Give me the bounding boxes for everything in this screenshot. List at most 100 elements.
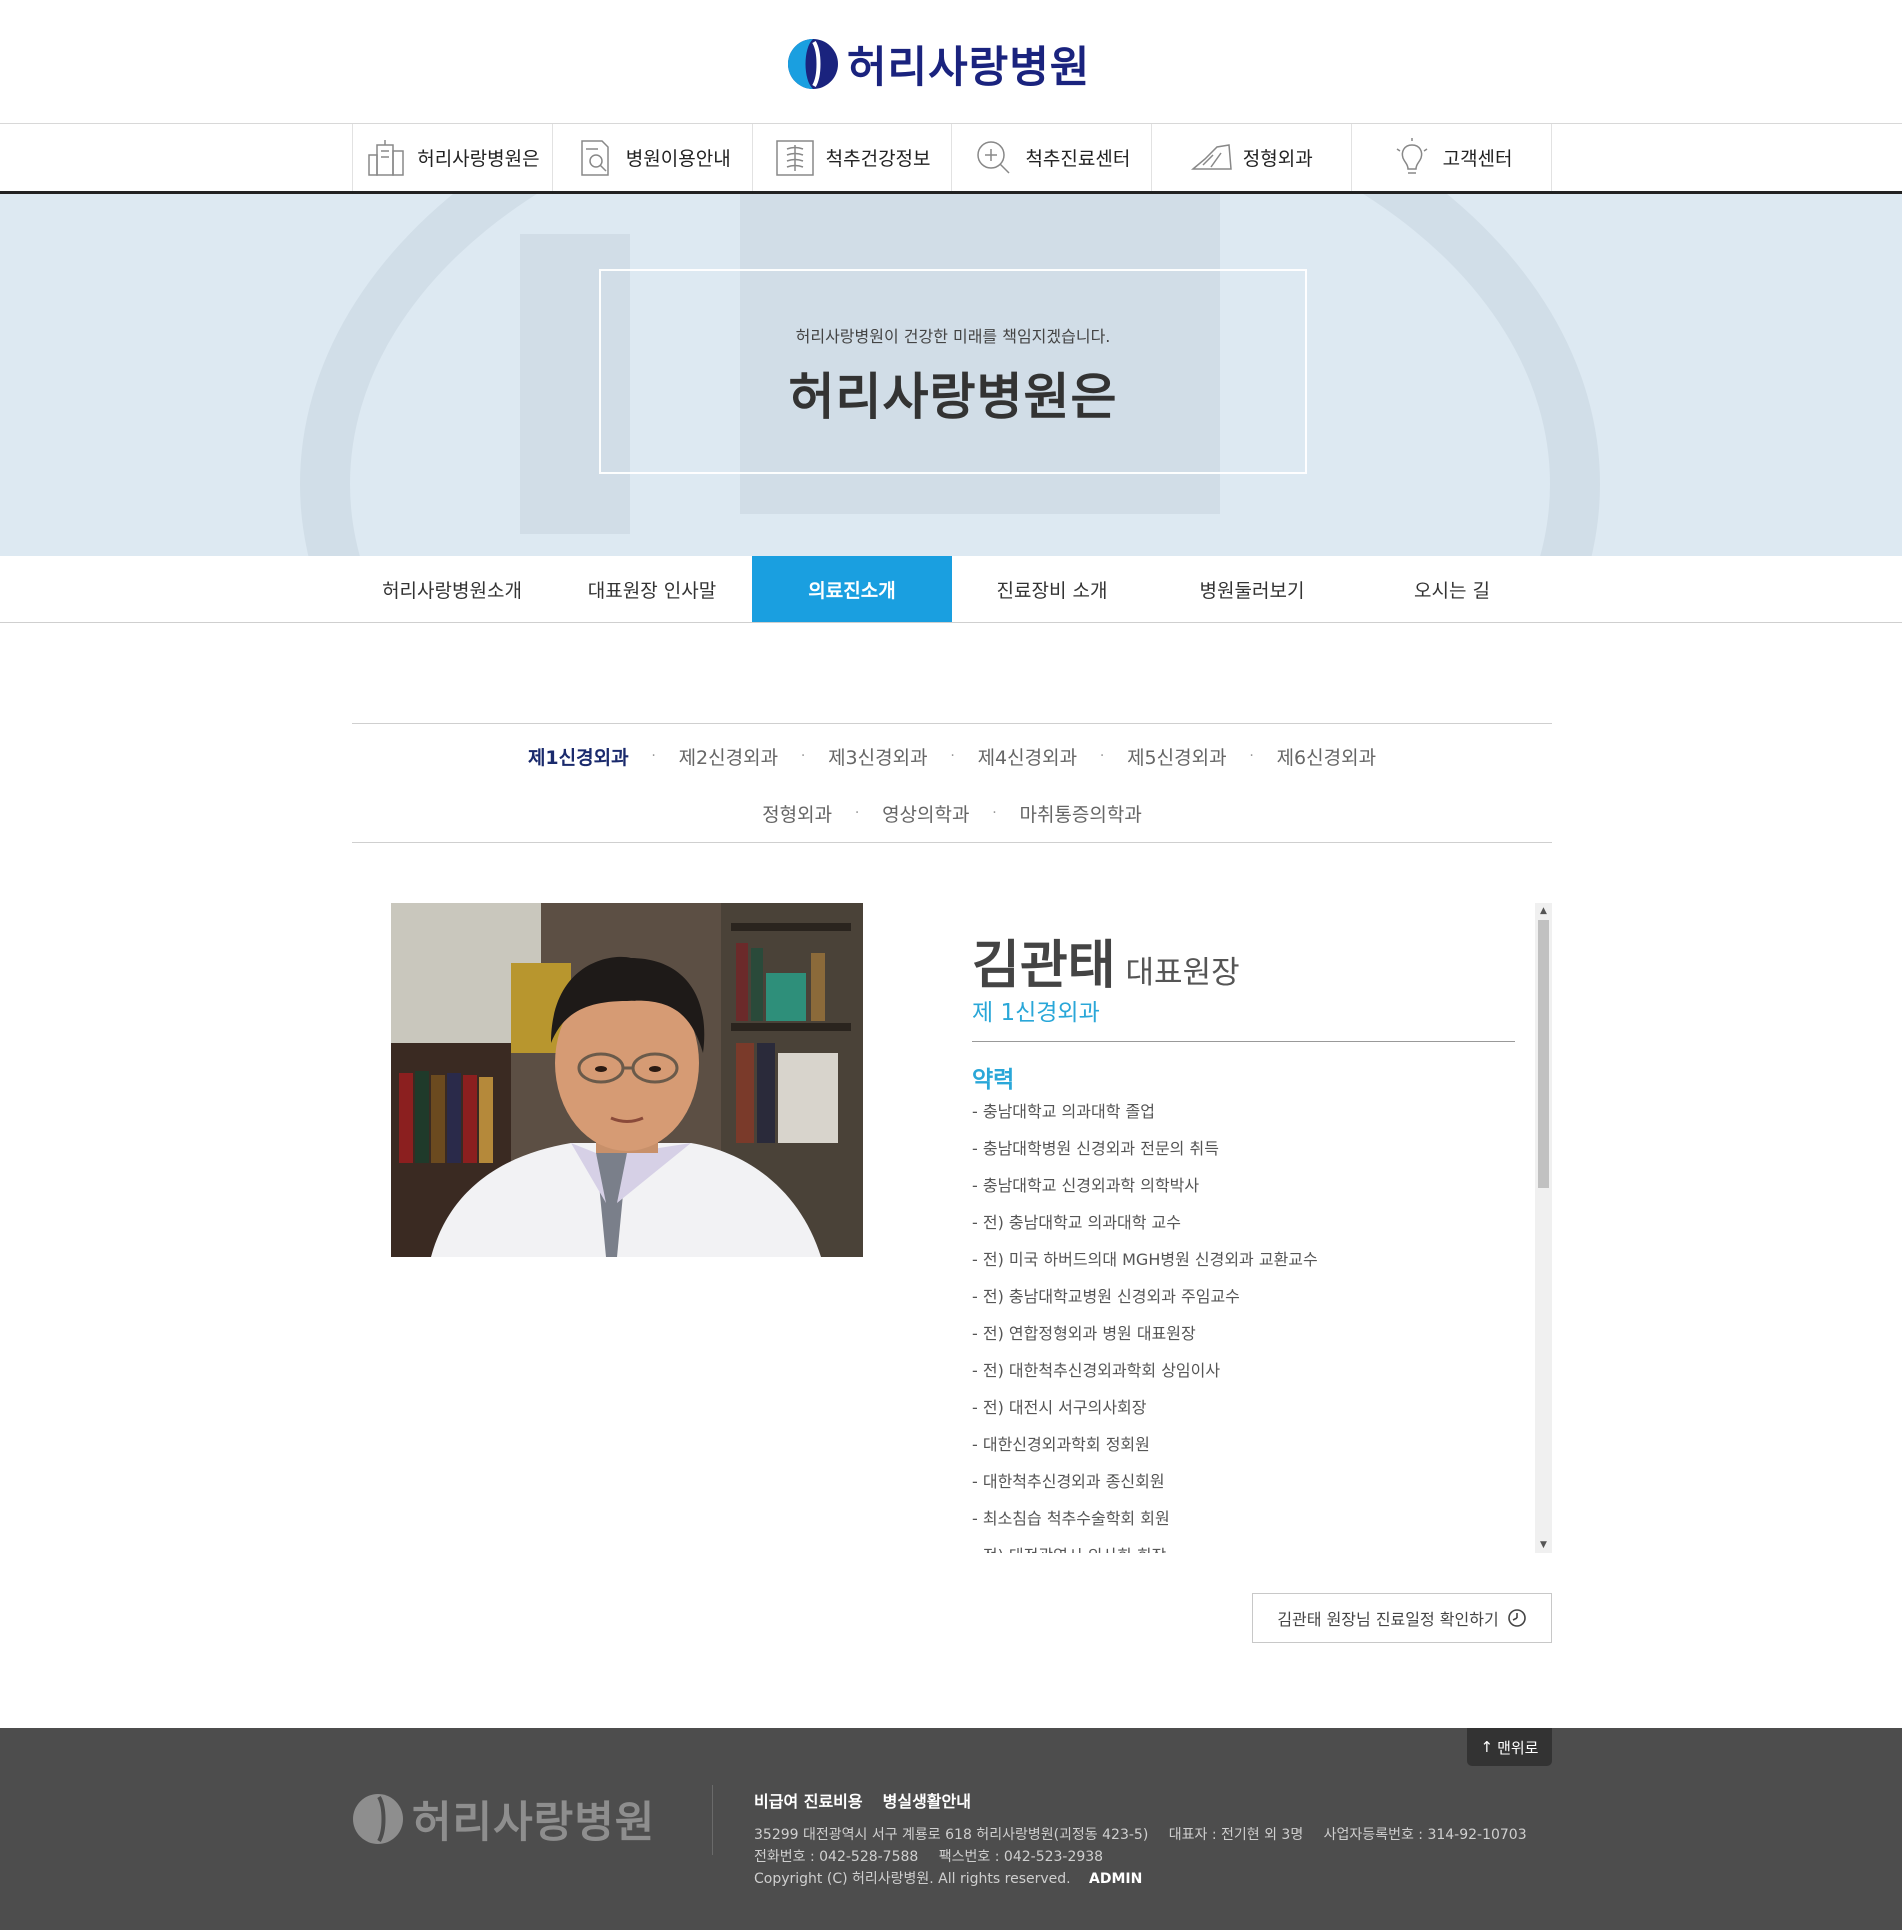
dept-separator: ·	[950, 748, 955, 764]
subnav-item-greeting[interactable]: 대표원장 인사말	[552, 556, 752, 622]
footer-info: 35299 대전광역시 서구 계룡로 618 허리사랑병원(괴정동 423-5)…	[754, 1824, 1527, 1890]
arrow-up-icon: ↑	[1480, 1738, 1494, 1756]
dept-tab-ns3[interactable]: 제3신경외과	[828, 743, 928, 770]
footer-copyright: Copyright (C) 허리사랑병원. All rights reserve…	[754, 1871, 1071, 1887]
subnav-item-directions[interactable]: 오시는 길	[1352, 556, 1552, 622]
doctor-name: 김관태	[972, 936, 1116, 996]
doctor-title: 대표원장	[1125, 955, 1240, 991]
gnb-label: 병원이용안내	[625, 148, 731, 170]
site-footer: ↑ 맨위로 허리사랑병원 비급여 진료비용 병실생활안내 35299 대전광역시…	[0, 1728, 1902, 1930]
gnb-item-customer[interactable]: 고객센터	[1351, 124, 1552, 191]
doctor-photo	[391, 903, 863, 1257]
scroll-down-arrow-icon[interactable]: ▼	[1535, 1537, 1552, 1553]
site-logo[interactable]: 허리사랑병원	[787, 36, 1091, 93]
doctor-department: 제 1신경외과	[972, 1000, 1100, 1026]
subnav-item-intro[interactable]: 허리사랑병원소개	[352, 556, 552, 622]
career-list: - 충남대학교 의과대학 졸업 - 충남대학병원 신경외과 전문의 취득 - 충…	[972, 1093, 1318, 1553]
scroll-thumb[interactable]	[1538, 920, 1549, 1188]
career-item: - 최소침습 척추수술학회 회원	[972, 1509, 1170, 1528]
footer-logo-text: 허리사랑병원	[412, 1798, 656, 1848]
gnb-label: 척추진료센터	[1025, 148, 1131, 170]
career-item: - 전) 충남대학교병원 신경외과 주임교수	[972, 1287, 1240, 1306]
gnb-label: 허리사랑병원은	[417, 148, 540, 170]
career-item: - 전) 충남대학교 의과대학 교수	[972, 1213, 1181, 1232]
dept-separator: ·	[800, 748, 806, 764]
doctor-name-block: 김관태 대표원장	[972, 923, 1240, 998]
career-item: - 전) 대전시 서구의사회장	[972, 1398, 1147, 1417]
career-heading: 약력	[972, 1067, 1015, 1093]
logo-mark-icon	[788, 39, 838, 89]
subnav-item-doctors[interactable]: 의료진소개	[752, 556, 952, 622]
subnav-item-equipment[interactable]: 진료장비 소개	[952, 556, 1152, 622]
footer-biz-no: 사업자등록번호 : 314-92-10703	[1323, 1827, 1527, 1843]
career-item: - 충남대학교 의과대학 졸업	[972, 1102, 1155, 1121]
gnb-label: 고객센터	[1442, 148, 1513, 170]
career-item: - 전) 대전광역시 의사회 회장	[972, 1537, 1318, 1553]
footer-admin-link[interactable]: ADMIN	[1089, 1871, 1142, 1887]
foot-icon	[1190, 143, 1232, 170]
career-item: - 충남대학병원 신경외과 전문의 취득	[972, 1139, 1219, 1158]
dept-tab-ns2[interactable]: 제2신경외과	[679, 743, 779, 770]
banner-title: 허리사랑병원은	[788, 368, 1118, 426]
career-item: - 전) 미국 하버드의대 MGH병원 신경외과 교환교수	[972, 1250, 1318, 1269]
spine-icon	[775, 139, 814, 176]
career-item: - 전) 대한척추신경외과학회 상임이사	[972, 1361, 1221, 1380]
gnb-item-orthopedics[interactable]: 정형외과	[1151, 124, 1351, 191]
gnb-item-spine-center[interactable]: 척추진료센터	[951, 124, 1151, 191]
banner-title-box: 허리사랑병원이 건강한 미래를 책임지겠습니다. 허리사랑병원은	[599, 269, 1307, 474]
dept-separator: ·	[854, 805, 860, 821]
career-item: - 대한척추신경외과 종신회원	[972, 1472, 1165, 1491]
back-to-top-button[interactable]: ↑ 맨위로	[1467, 1728, 1552, 1766]
footer-links: 비급여 진료비용 병실생활안내	[754, 1788, 971, 1812]
footer-logo: 허리사랑병원	[352, 1788, 655, 1850]
dept-separator: ·	[1249, 748, 1254, 764]
dept-separator: ·	[651, 748, 656, 764]
department-tabs: 제1신경외과 · 제2신경외과 · 제3신경외과 · 제4신경외과 · 제5신경…	[352, 723, 1552, 843]
building-icon	[368, 139, 404, 176]
document-search-icon	[581, 139, 609, 176]
back-to-top-label: 맨위로	[1497, 1738, 1539, 1757]
logo-text: 허리사랑병원	[847, 43, 1091, 93]
footer-address: 35299 대전광역시 서구 계룡로 618 허리사랑병원(괴정동 423-5)	[754, 1827, 1149, 1843]
doctor-portrait-image	[391, 903, 863, 1257]
sub-nav: 허리사랑병원소개 대표원장 인사말 의료진소개 진료장비 소개 병원둘러보기 오…	[0, 556, 1902, 623]
dept-tab-ns6[interactable]: 제6신경외과	[1277, 743, 1377, 770]
footer-divider	[712, 1785, 713, 1855]
career-item: - 전) 연합정형외과 병원 대표원장	[972, 1324, 1196, 1343]
career-item: - 대한신경외과학회 정회원	[972, 1435, 1150, 1454]
banner-subtitle: 허리사랑병원이 건강한 미래를 책임지겠습니다.	[795, 327, 1111, 346]
footer-fax: 팩스번호 : 042-523-2938	[938, 1849, 1104, 1865]
site-header: 허리사랑병원	[0, 0, 1902, 124]
doctor-profile: 김관태 대표원장 제 1신경외과 약력 - 충남대학교 의과대학 졸업 - 충남…	[972, 903, 1552, 1553]
footer-tel: 전화번호 : 042-528-7588	[754, 1849, 919, 1865]
clock-icon	[1507, 1609, 1526, 1627]
lightbulb-icon	[1396, 137, 1428, 174]
footer-ceo: 대표자 : 전기현 외 3명	[1168, 1827, 1304, 1843]
gnb-label: 정형외과	[1242, 148, 1313, 170]
scroll-up-arrow-icon[interactable]: ▲	[1535, 903, 1552, 919]
footer-link-ward-guide[interactable]: 병실생활안내	[883, 1788, 971, 1812]
career-item: - 충남대학교 신경외과학 의학박사	[972, 1176, 1200, 1195]
footer-logo-mark-icon	[353, 1794, 403, 1844]
gnb-item-about[interactable]: 허리사랑병원은	[352, 124, 552, 191]
visual-banner: 허리사랑병원이 건강한 미래를 책임지겠습니다. 허리사랑병원은	[0, 194, 1902, 556]
dept-separator: ·	[1099, 748, 1105, 764]
dept-tab-ns4[interactable]: 제4신경외과	[978, 743, 1078, 770]
zoom-plus-icon	[977, 140, 1010, 174]
career-scrollbar[interactable]: ▲ ▼	[1535, 903, 1552, 1553]
footer-link-fees[interactable]: 비급여 진료비용	[754, 1788, 863, 1812]
gnb-item-spine-info[interactable]: 척추건강정보	[751, 124, 952, 191]
dept-tab-anesthesiology[interactable]: 마취통증의학과	[1019, 800, 1141, 827]
dept-separator: ·	[992, 805, 997, 821]
dept-tab-orthopedics[interactable]: 정형외과	[762, 800, 832, 827]
subnav-item-tour[interactable]: 병원둘러보기	[1152, 556, 1352, 622]
dept-tab-ns1[interactable]: 제1신경외과	[528, 743, 629, 770]
divider	[972, 1041, 1515, 1042]
schedule-button[interactable]: 김관태 원장님 진료일정 확인하기	[1252, 1593, 1552, 1643]
schedule-button-label: 김관태 원장님 진료일정 확인하기	[1277, 1610, 1499, 1629]
global-nav: 허리사랑병원은 병원이용안내 척추건강정보 척추진료센터 정형외과 고객센터	[0, 124, 1902, 194]
gnb-label: 척추건강정보	[825, 148, 931, 170]
dept-tab-radiology[interactable]: 영상의학과	[882, 800, 969, 827]
gnb-item-guide[interactable]: 병원이용안내	[551, 124, 752, 191]
dept-tab-ns5[interactable]: 제5신경외과	[1127, 743, 1227, 770]
